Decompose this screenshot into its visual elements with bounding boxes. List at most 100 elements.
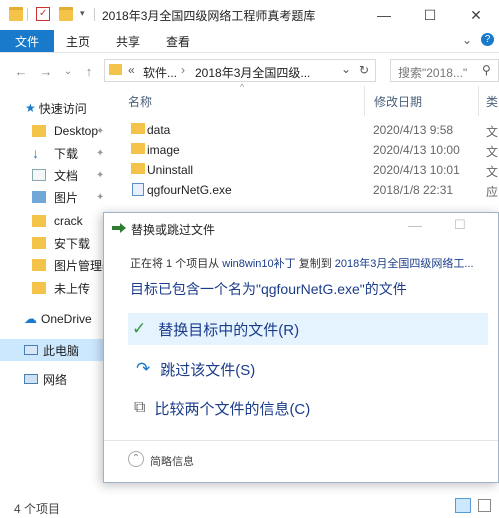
network-icon <box>24 374 38 384</box>
properties-icon[interactable]: ✓ <box>36 7 50 21</box>
tab-view[interactable]: 查看 <box>166 30 190 52</box>
nav-pictures[interactable]: 图片 ✦ <box>0 186 118 208</box>
file-date: 2020/4/13 10:00 <box>373 143 460 157</box>
column-name[interactable]: 名称 <box>128 93 152 110</box>
folder-icon <box>32 237 46 249</box>
tab-file[interactable]: 文件 <box>0 30 54 52</box>
nav-documents[interactable]: 文档 ✦ <box>0 164 118 186</box>
back-button[interactable]: ← <box>12 62 30 80</box>
nav-desktop[interactable]: Desktop ✦ <box>0 120 118 142</box>
nav-label: crack <box>54 214 83 228</box>
column-divider[interactable] <box>478 86 479 116</box>
column-divider[interactable] <box>364 86 365 116</box>
pin-icon: ✦ <box>96 191 105 203</box>
skip-file-option[interactable]: ↷ 跳过该文件(S) <box>128 353 488 385</box>
close-button[interactable]: ✕ <box>453 0 499 30</box>
source-link[interactable]: win8win10补丁 <box>222 258 295 270</box>
overflow-icon[interactable]: « <box>128 63 135 77</box>
refresh-icon[interactable]: ↻ <box>359 63 369 77</box>
progress-prefix: 正在将 1 个项目从 <box>130 258 220 270</box>
divider <box>104 440 498 441</box>
pin-icon: ✦ <box>96 125 105 137</box>
file-name: qgfourNetG.exe <box>147 183 232 197</box>
sort-arrow-icon: ^ <box>240 82 245 92</box>
fewer-details-link[interactable]: 简略信息 <box>150 453 194 469</box>
file-type: 应 <box>486 185 499 199</box>
chevron-up-icon[interactable]: ⌃ <box>128 451 144 467</box>
file-date: 2020/4/13 9:58 <box>373 123 454 137</box>
nav-label: 网络 <box>43 372 68 387</box>
nav-crack[interactable]: crack <box>0 210 118 232</box>
new-folder-icon[interactable] <box>59 7 73 21</box>
tab-home[interactable]: 主页 <box>66 30 90 52</box>
replace-skip-dialog: 替换或跳过文件 — ☐ 正在将 1 个项目从 win8win10补丁 复制到 2… <box>103 212 499 483</box>
option-label: 比较两个文件的信息(C) <box>154 400 311 418</box>
file-name: image <box>147 143 180 157</box>
search-input[interactable]: 搜索"2018..." ⚲ <box>390 59 499 82</box>
minimize-button[interactable]: — <box>361 0 407 30</box>
file-name: Uninstall <box>147 163 194 177</box>
nav-image-manager[interactable]: 图片管理器 <box>0 254 118 276</box>
item-count: 4 个项目 <box>14 502 61 516</box>
picture-icon <box>32 191 46 203</box>
nav-label: 下载 <box>54 146 79 161</box>
help-icon[interactable]: ? <box>481 33 494 46</box>
column-type[interactable]: 类 <box>486 93 498 110</box>
nav-label: 此电脑 <box>43 343 80 358</box>
compare-files-option[interactable]: ⧉ 比较两个文件的信息(C) <box>128 392 488 424</box>
breadcrumb-software[interactable]: 软件... <box>143 64 177 81</box>
option-label: 跳过该文件(S) <box>160 361 256 379</box>
dialog-minimize-button[interactable]: — <box>408 217 422 233</box>
search-placeholder: 搜索"2018..." <box>398 66 468 80</box>
folder-icon <box>109 64 122 75</box>
dialog-maximize-button[interactable]: ☐ <box>454 217 466 233</box>
download-icon: ↓ <box>32 145 39 161</box>
cloud-icon: ☁ <box>24 311 37 326</box>
computer-icon <box>24 345 38 355</box>
file-type: 文 <box>486 165 499 179</box>
file-row[interactable]: Uninstall 2020/4/13 10:01 文 <box>125 160 499 180</box>
customize-quick-access-icon[interactable]: ▾ <box>80 8 85 19</box>
destination-link[interactable]: 2018年3月全国四级网络工... <box>335 258 474 270</box>
forward-button[interactable]: → <box>37 62 55 80</box>
nav-label: OneDrive <box>41 312 92 326</box>
address-bar[interactable]: « 软件... › 2018年3月全国四级... ⌄ ↻ <box>104 59 376 82</box>
nav-downloads[interactable]: ↓ 下载 ✦ <box>0 142 118 164</box>
pin-icon: ✦ <box>96 169 105 181</box>
dialog-title: 替换或跳过文件 <box>131 223 216 237</box>
copy-arrow-icon <box>112 222 126 233</box>
checkmark-icon: ✓ <box>132 319 147 338</box>
nav-label: 文档 <box>54 168 79 183</box>
nav-network[interactable]: 网络 <box>0 368 118 390</box>
nav-onedrive[interactable]: ☁ OneDrive <box>0 308 118 330</box>
collapse-ribbon-icon[interactable]: ⌄ <box>462 33 472 47</box>
address-dropdown-icon[interactable]: ⌄ <box>341 62 351 76</box>
nav-quick-access[interactable]: ★ 快速访问 <box>0 97 118 119</box>
divider <box>27 8 28 21</box>
tab-share[interactable]: 共享 <box>116 30 140 52</box>
folder-icon <box>32 215 46 227</box>
nav-anxiazai[interactable]: 安下载 <box>0 232 118 254</box>
file-row[interactable]: data 2020/4/13 9:58 文 <box>125 120 499 140</box>
recent-locations-icon[interactable]: ⌄ <box>59 62 77 80</box>
nav-label: 图片 <box>54 190 79 205</box>
folder-icon <box>131 123 145 134</box>
dialog-heading: 目标已包含一个名为"qgfourNetG.exe"的文件 <box>130 281 407 297</box>
file-row[interactable]: qgfourNetG.exe 2018/1/8 22:31 应 <box>125 180 499 200</box>
replace-file-option[interactable]: ✓ 替换目标中的文件(R) <box>128 313 488 345</box>
nav-not-uploaded[interactable]: 未上传 <box>0 277 118 299</box>
status-bar: 4 个项目 <box>0 496 499 518</box>
large-icons-view-icon[interactable] <box>478 499 491 512</box>
nav-this-pc[interactable]: 此电脑 <box>0 339 118 361</box>
file-row[interactable]: image 2020/4/13 10:00 文 <box>125 140 499 160</box>
breadcrumb-current[interactable]: 2018年3月全国四级... <box>195 64 310 81</box>
up-button[interactable]: ↑ <box>80 62 98 80</box>
column-modified[interactable]: 修改日期 <box>374 93 422 110</box>
maximize-button[interactable]: ☐ <box>407 0 453 30</box>
file-date: 2018/1/8 22:31 <box>373 183 454 197</box>
skip-icon: ↷ <box>136 359 151 378</box>
folder-icon <box>32 259 46 271</box>
details-view-icon[interactable] <box>455 498 471 513</box>
file-type: 文 <box>486 145 499 159</box>
breadcrumb-separator[interactable]: › <box>181 63 185 77</box>
